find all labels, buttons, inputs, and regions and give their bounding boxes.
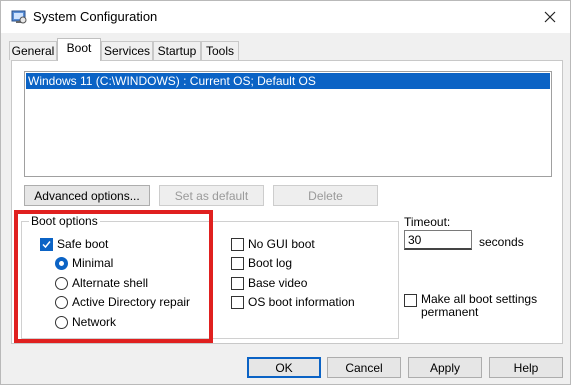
advanced-options-button[interactable]: Advanced options...: [24, 185, 150, 206]
checkbox-icon: [231, 256, 244, 270]
no-gui-boot-label: No GUI boot: [248, 237, 315, 251]
os-boot-information-checkbox[interactable]: OS boot information: [231, 295, 355, 309]
close-icon: [544, 11, 556, 23]
minimal-label: Minimal: [72, 256, 114, 270]
boot-log-label: Boot log: [248, 256, 293, 270]
title-bar: System Configuration: [1, 1, 570, 33]
radio-selected-icon: [55, 256, 68, 270]
checkbox-checked-icon: [40, 237, 53, 251]
system-configuration-window: System Configuration General Boot Servic…: [0, 0, 571, 385]
ok-button[interactable]: OK: [247, 357, 321, 378]
help-button[interactable]: Help: [489, 357, 563, 378]
base-video-checkbox[interactable]: Base video: [231, 276, 307, 290]
window-title: System Configuration: [33, 9, 158, 24]
active-directory-repair-radio[interactable]: Active Directory repair: [55, 295, 190, 309]
base-video-label: Base video: [248, 276, 308, 290]
tab-general[interactable]: General: [9, 41, 57, 60]
radio-icon: [55, 276, 68, 290]
boot-tab-panel: Windows 11 (C:\WINDOWS) : Current OS; De…: [11, 60, 563, 344]
tab-services[interactable]: Services: [101, 41, 153, 60]
boot-options-label: Boot options: [29, 214, 100, 228]
make-permanent-checkbox[interactable]: Make all boot settings permanent: [404, 293, 537, 319]
checkbox-icon: [231, 276, 244, 290]
boot-log-checkbox[interactable]: Boot log: [231, 256, 292, 270]
radio-icon: [55, 295, 68, 309]
safe-boot-checkbox[interactable]: Safe boot: [40, 237, 108, 251]
apply-button[interactable]: Apply: [408, 357, 482, 378]
cancel-button[interactable]: Cancel: [327, 357, 401, 378]
os-list-item-selected[interactable]: Windows 11 (C:\WINDOWS) : Current OS; De…: [26, 73, 550, 89]
timeout-unit-label: seconds: [479, 235, 524, 249]
alternate-shell-label: Alternate shell: [72, 276, 149, 290]
tab-boot[interactable]: Boot: [57, 38, 101, 61]
checkbox-icon: [231, 295, 244, 309]
make-permanent-line-1: Make all boot settings: [421, 292, 538, 306]
network-radio[interactable]: Network: [55, 315, 116, 329]
close-button[interactable]: [538, 5, 562, 29]
checkbox-icon: [404, 294, 417, 307]
active-directory-repair-label: Active Directory repair: [72, 295, 191, 309]
delete-button[interactable]: Delete: [273, 185, 378, 206]
radio-icon: [55, 315, 68, 329]
set-as-default-button[interactable]: Set as default: [159, 185, 264, 206]
network-label: Network: [72, 315, 117, 329]
timeout-input[interactable]: [404, 230, 472, 250]
msconfig-app-icon: [11, 10, 27, 24]
tab-tools[interactable]: Tools: [201, 41, 239, 60]
safe-boot-label: Safe boot: [57, 237, 109, 251]
tab-startup[interactable]: Startup: [153, 41, 201, 60]
checkbox-icon: [231, 237, 244, 251]
no-gui-boot-checkbox[interactable]: No GUI boot: [231, 237, 315, 251]
make-permanent-label: Make all boot settings permanent: [421, 293, 537, 319]
timeout-label: Timeout:: [404, 215, 451, 229]
os-boot-information-label: OS boot information: [248, 295, 355, 309]
os-list[interactable]: Windows 11 (C:\WINDOWS) : Current OS; De…: [24, 71, 552, 177]
minimal-radio[interactable]: Minimal: [55, 256, 113, 270]
alternate-shell-radio[interactable]: Alternate shell: [55, 276, 148, 290]
make-permanent-line-2: permanent: [421, 305, 479, 319]
